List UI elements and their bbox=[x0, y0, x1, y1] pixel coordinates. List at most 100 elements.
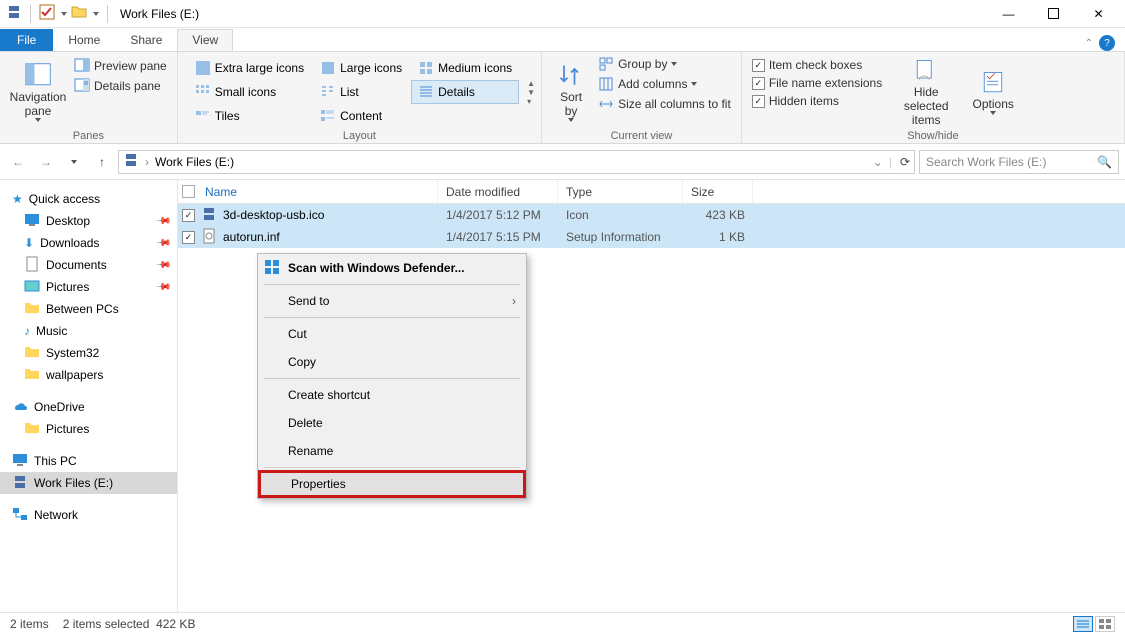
layout-tiles[interactable]: Tiles bbox=[188, 104, 311, 128]
folder-icon bbox=[24, 300, 40, 319]
status-bar: 2 items 2 items selected 422 KB bbox=[0, 612, 1125, 634]
defender-icon bbox=[264, 259, 280, 278]
sort-by-button[interactable]: Sort by bbox=[548, 54, 594, 130]
nav-downloads[interactable]: ⬇Downloads📌 bbox=[0, 232, 177, 254]
pin-icon: 📌 bbox=[154, 279, 171, 296]
nav-desktop[interactable]: Desktop📌 bbox=[0, 210, 177, 232]
nav-onedrive-pictures[interactable]: Pictures bbox=[0, 418, 177, 440]
hidden-items-toggle[interactable]: Hidden items bbox=[748, 92, 886, 110]
column-name[interactable]: Name bbox=[178, 180, 438, 203]
navigation-pane-icon bbox=[24, 62, 52, 90]
help-icon[interactable]: ? bbox=[1099, 35, 1115, 51]
group-current-view: Sort by Group by Add columns Size all co… bbox=[542, 52, 742, 143]
search-placeholder: Search Work Files (E:) bbox=[926, 155, 1046, 169]
layout-content[interactable]: Content bbox=[313, 104, 409, 128]
qat-dropdown-icon[interactable] bbox=[61, 12, 67, 16]
address-dropdown-icon[interactable]: ⌄ bbox=[873, 155, 883, 169]
ctx-create-shortcut[interactable]: Create shortcut bbox=[258, 381, 526, 409]
nav-pictures[interactable]: Pictures📌 bbox=[0, 276, 177, 298]
nav-quick-access[interactable]: ★Quick access bbox=[0, 188, 177, 210]
window-controls: — ✕ bbox=[986, 0, 1121, 28]
nav-network[interactable]: Network bbox=[0, 504, 177, 526]
sort-icon bbox=[557, 62, 585, 90]
folder-icon bbox=[71, 4, 87, 23]
nav-up-button[interactable]: ↑ bbox=[90, 150, 114, 174]
drive-icon bbox=[123, 152, 139, 171]
search-box[interactable]: Search Work Files (E:) 🔍 bbox=[919, 150, 1119, 174]
options-button[interactable]: Options bbox=[966, 54, 1020, 130]
layout-gallery-expand[interactable]: ▲▼▾ bbox=[523, 54, 535, 130]
item-checkboxes-toggle[interactable]: Item check boxes bbox=[748, 56, 886, 74]
layout-details[interactable]: Details bbox=[411, 80, 519, 104]
nav-back-button[interactable]: ← bbox=[6, 150, 30, 174]
size-columns-button[interactable]: Size all columns to fit bbox=[594, 94, 735, 114]
ctx-cut[interactable]: Cut bbox=[258, 320, 526, 348]
column-size[interactable]: Size bbox=[683, 180, 753, 203]
nav-between-pcs[interactable]: Between PCs bbox=[0, 298, 177, 320]
network-icon bbox=[12, 506, 28, 525]
tab-view[interactable]: View bbox=[177, 29, 233, 51]
desktop-icon bbox=[24, 212, 40, 231]
ctx-rename[interactable]: Rename bbox=[258, 437, 526, 465]
group-by-button[interactable]: Group by bbox=[594, 54, 735, 74]
hide-selected-button[interactable]: Hide selected items bbox=[886, 54, 966, 130]
file-row[interactable]: 3d-desktop-usb.ico 1/4/2017 5:12 PM Icon… bbox=[178, 204, 1125, 226]
file-icon bbox=[201, 206, 217, 225]
close-button[interactable]: ✕ bbox=[1076, 0, 1121, 28]
pin-icon: 📌 bbox=[154, 235, 171, 252]
nav-forward-button[interactable]: → bbox=[34, 150, 58, 174]
file-extensions-toggle[interactable]: File name extensions bbox=[748, 74, 886, 92]
folder-icon bbox=[24, 420, 40, 439]
tab-file[interactable]: File bbox=[0, 29, 53, 51]
column-type[interactable]: Type bbox=[558, 180, 683, 203]
qat-selection-icon[interactable] bbox=[39, 4, 55, 23]
address-path: Work Files (E:) bbox=[155, 155, 234, 169]
details-pane-button[interactable]: Details pane bbox=[70, 76, 171, 96]
ctx-delete[interactable]: Delete bbox=[258, 409, 526, 437]
pin-icon: 📌 bbox=[154, 213, 171, 230]
layout-list[interactable]: List bbox=[313, 80, 409, 104]
minimize-button[interactable]: — bbox=[986, 0, 1031, 28]
tab-home[interactable]: Home bbox=[53, 29, 115, 51]
tab-share[interactable]: Share bbox=[115, 29, 177, 51]
ctx-scan-defender[interactable]: Scan with Windows Defender... bbox=[258, 254, 526, 282]
view-details-button[interactable] bbox=[1073, 616, 1093, 632]
add-columns-button[interactable]: Add columns bbox=[594, 74, 735, 94]
layout-medium[interactable]: Medium icons bbox=[411, 56, 519, 80]
preview-pane-button[interactable]: Preview pane bbox=[70, 56, 171, 76]
column-date[interactable]: Date modified bbox=[438, 180, 558, 203]
refresh-icon[interactable]: ⟳ bbox=[900, 155, 910, 169]
layout-extra-large[interactable]: Extra large icons bbox=[188, 56, 311, 80]
options-icon bbox=[979, 69, 1007, 97]
nav-documents[interactable]: Documents📌 bbox=[0, 254, 177, 276]
pictures-icon bbox=[24, 278, 40, 297]
collapse-ribbon-icon[interactable]: ⌃ bbox=[1085, 38, 1093, 49]
address-field[interactable]: › Work Files (E:) ⌄ | ⟳ bbox=[118, 150, 915, 174]
layout-large[interactable]: Large icons bbox=[313, 56, 409, 80]
view-thumbnails-button[interactable] bbox=[1095, 616, 1115, 632]
ctx-copy[interactable]: Copy bbox=[258, 348, 526, 376]
window-title: Work Files (E:) bbox=[120, 7, 199, 21]
nav-this-pc[interactable]: This PC bbox=[0, 450, 177, 472]
drive-icon bbox=[6, 4, 22, 23]
navigation-pane-button[interactable]: Navigation pane bbox=[6, 54, 70, 130]
maximize-button[interactable] bbox=[1031, 0, 1076, 28]
address-bar: ← → ↑ › Work Files (E:) ⌄ | ⟳ Search Wor… bbox=[0, 144, 1125, 180]
nav-work-files[interactable]: Work Files (E:) bbox=[0, 472, 177, 494]
status-selected-count: 2 items selected bbox=[63, 617, 150, 631]
pin-icon: 📌 bbox=[154, 257, 171, 274]
ctx-properties[interactable]: Properties bbox=[258, 470, 526, 498]
ctx-send-to[interactable]: Send to› bbox=[258, 287, 526, 315]
nav-wallpapers[interactable]: wallpapers bbox=[0, 364, 177, 386]
qat-menu-icon[interactable] bbox=[93, 12, 99, 16]
file-row[interactable]: autorun.inf 1/4/2017 5:15 PM Setup Infor… bbox=[178, 226, 1125, 248]
submenu-arrow-icon: › bbox=[512, 294, 516, 308]
layout-small[interactable]: Small icons bbox=[188, 80, 311, 104]
status-item-count: 2 items bbox=[10, 617, 49, 631]
nav-system32[interactable]: System32 bbox=[0, 342, 177, 364]
hide-selected-icon bbox=[912, 57, 940, 85]
nav-recent-button[interactable] bbox=[62, 150, 86, 174]
nav-onedrive[interactable]: OneDrive bbox=[0, 396, 177, 418]
nav-music[interactable]: ♪Music bbox=[0, 320, 177, 342]
documents-icon bbox=[24, 256, 40, 275]
